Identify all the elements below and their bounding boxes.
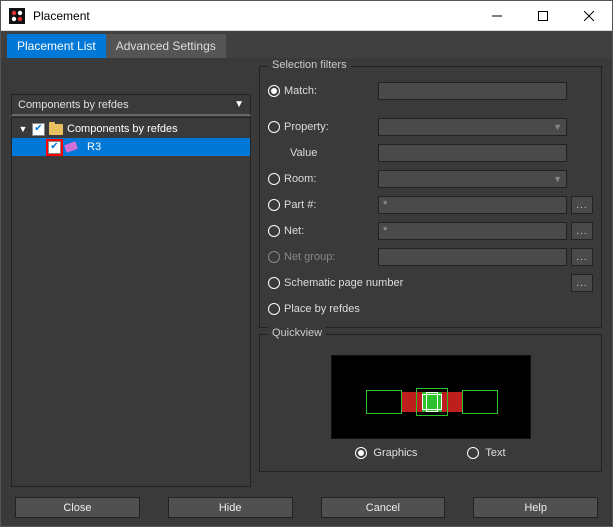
filter-room-row: Room: ▼ (268, 169, 593, 189)
netgroup-more-button[interactable]: ... (571, 248, 593, 266)
net-more-button[interactable]: ... (571, 222, 593, 240)
part-input[interactable] (378, 196, 567, 214)
quickview-graphics-option[interactable]: Graphics (355, 447, 417, 459)
tree-item-label: R3 (87, 141, 101, 153)
graphics-label: Graphics (373, 447, 417, 459)
property-label: Property: (284, 121, 374, 133)
net-label: Net: (284, 225, 374, 237)
property-radio[interactable] (268, 121, 280, 133)
tab-placement-list[interactable]: Placement List (7, 34, 106, 58)
text-label: Text (485, 447, 505, 459)
place-by-refdes-label: Place by refdes (284, 303, 360, 315)
schematic-radio[interactable] (268, 277, 280, 289)
selection-filters-title: Selection filters (268, 59, 351, 71)
tab-bar: Placement List Advanced Settings (1, 31, 612, 58)
filter-net-row: Net: ... (268, 221, 593, 241)
schematic-label: Schematic page number (284, 277, 567, 289)
net-input[interactable] (378, 222, 567, 240)
help-button[interactable]: Help (473, 497, 598, 518)
netgroup-input (378, 248, 567, 266)
close-window-button[interactable] (566, 1, 612, 30)
r3-checkbox[interactable]: ✔ (48, 141, 61, 154)
view-dropdown-value: Components by refdes (18, 99, 129, 111)
chevron-down-icon: ▼ (553, 122, 562, 132)
view-dropdown[interactable]: Components by refdes ▼ (11, 94, 251, 116)
tree-root-label: Components by refdes (67, 123, 178, 135)
dialog-body: Placement List Advanced Settings Compone… (1, 31, 612, 526)
filter-place-by-refdes-row: Place by refdes (268, 299, 593, 319)
netgroup-label: Net group: (284, 251, 374, 263)
filter-value-row: Value (268, 143, 593, 163)
placement-window: Placement Placement List Advanced Settin… (0, 0, 613, 527)
quickview-canvas (331, 355, 531, 439)
root-checkbox[interactable]: ✔ (32, 123, 45, 136)
component-tree[interactable]: ▼ ✔ Components by refdes ✔ R3 (11, 117, 251, 487)
content-area: Components by refdes ▼ ▼ ✔ Components by… (1, 58, 612, 487)
tree-root-row[interactable]: ▼ ✔ Components by refdes (12, 120, 250, 138)
quickview-text-option[interactable]: Text (467, 447, 505, 459)
place-by-refdes-radio[interactable] (268, 303, 280, 315)
folder-icon (49, 124, 63, 135)
match-input[interactable] (378, 82, 567, 100)
part-radio[interactable] (268, 199, 280, 211)
property-combo[interactable]: ▼ (378, 118, 567, 136)
tree-item-r3[interactable]: ✔ R3 (12, 138, 250, 156)
filter-part-row: Part #: ... (268, 195, 593, 215)
value-label: Value (268, 147, 374, 159)
room-combo[interactable]: ▼ (378, 170, 567, 188)
text-radio[interactable] (467, 447, 479, 459)
graphics-radio[interactable] (355, 447, 367, 459)
tab-advanced-settings[interactable]: Advanced Settings (106, 34, 226, 58)
close-button[interactable]: Close (15, 497, 140, 518)
right-panel: Selection filters Match: Property: (259, 66, 602, 487)
part-more-button[interactable]: ... (571, 196, 593, 214)
filter-netgroup-row: Net group: ... (268, 247, 593, 267)
button-bar: Close Hide Cancel Help (1, 487, 612, 526)
room-label: Room: (284, 173, 374, 185)
quickview-group: Quickview (259, 334, 602, 472)
room-radio[interactable] (268, 173, 280, 185)
selection-filters-group: Selection filters Match: Property: (259, 66, 602, 328)
quickview-title: Quickview (268, 327, 326, 339)
filter-schematic-row: Schematic page number ... (268, 273, 593, 293)
cancel-button[interactable]: Cancel (321, 497, 446, 518)
left-panel: Components by refdes ▼ ▼ ✔ Components by… (11, 66, 251, 487)
schematic-more-button[interactable]: ... (571, 274, 593, 292)
match-label: Match: (284, 85, 374, 97)
filter-property-row: Property: ▼ (268, 117, 593, 137)
chevron-down-icon: ▼ (234, 99, 244, 110)
minimize-button[interactable] (474, 1, 520, 30)
window-controls (474, 1, 612, 30)
quickview-options: Graphics Text (268, 447, 593, 463)
app-icon (9, 8, 25, 24)
collapse-icon[interactable]: ▼ (18, 124, 28, 134)
maximize-button[interactable] (520, 1, 566, 30)
value-input[interactable] (378, 144, 567, 162)
window-title: Placement (33, 9, 474, 23)
filter-match-row: Match: (268, 81, 593, 101)
component-icon (64, 141, 78, 153)
hide-button[interactable]: Hide (168, 497, 293, 518)
titlebar: Placement (1, 1, 612, 31)
match-radio[interactable] (268, 85, 280, 97)
part-label: Part #: (284, 199, 374, 211)
net-radio[interactable] (268, 225, 280, 237)
netgroup-radio (268, 251, 280, 263)
chevron-down-icon: ▼ (553, 174, 562, 184)
